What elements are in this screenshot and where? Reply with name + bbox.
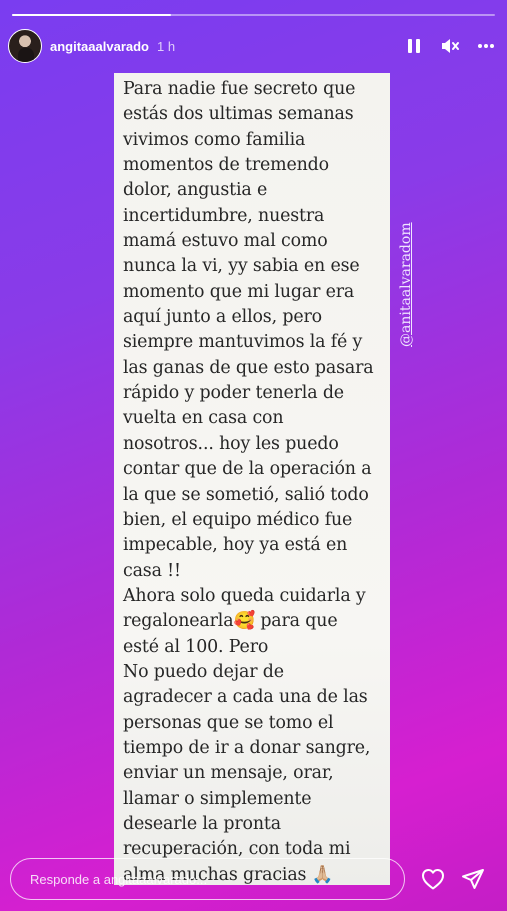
story-text-line: enviar un mensaje, orar,	[123, 763, 334, 784]
mention-sticker[interactable]: @anitaalvaradom	[398, 222, 414, 347]
story-controls	[405, 37, 495, 55]
avatar[interactable]	[8, 29, 42, 63]
story-text-line: Para nadie fue secreto que	[123, 79, 356, 99]
story-text-line: vuelta en casa con	[123, 408, 284, 429]
heart-icon[interactable]	[419, 865, 447, 893]
post-time: 1 h	[157, 38, 176, 54]
story-text-line: Ahora solo queda cuidarla y	[123, 585, 366, 606]
story-footer: Responde a angitaaalvarado...	[10, 857, 497, 901]
send-icon[interactable]	[459, 865, 487, 893]
story-text-line: incertidumbre, nuestra	[123, 205, 325, 226]
story-text-line: estás dos ultimas semanas	[123, 104, 354, 125]
story-text-line: siempre mantuvimos la fé y	[123, 332, 363, 353]
story-text-line: nunca la vi, yy sabia en ese	[123, 256, 360, 277]
story-text-line: bien, el equipo médico fue	[123, 509, 353, 530]
story-text-line: impecable, hoy ya está en	[123, 535, 348, 556]
story-text-line: regalonearla🥰 para que	[123, 611, 338, 632]
story-text-line: la que se sometió, salió todo	[123, 484, 369, 505]
story-text-line: personas que se tomo el	[123, 712, 334, 733]
story-text-line: vivimos como familia	[123, 129, 306, 150]
reply-input[interactable]: Responde a angitaaalvarado...	[10, 858, 405, 900]
story-text-line: rápido y poder tenerla de	[123, 383, 344, 404]
story-text-line: esté al 100. Pero	[123, 636, 269, 657]
story-header: angitaaalvarado 1 h	[8, 28, 495, 64]
story-text-line: tiempo de ir a donar sangre,	[123, 737, 371, 758]
story-text-line: desearle la pronta	[123, 813, 281, 834]
story-text-line: nosotros... hoy les puedo	[123, 433, 339, 454]
muted-speaker-icon[interactable]	[441, 37, 459, 55]
story-text-line: casa !!	[123, 560, 181, 581]
story-text-line: momento que mi lugar era	[123, 281, 355, 302]
more-horizontal-icon[interactable]	[477, 37, 495, 55]
story-text-line: momentos de tremendo	[123, 155, 329, 176]
story-text-card: Para nadie fue secreto que estás dos ult…	[114, 73, 390, 885]
story-text-line: dolor, angustia e	[123, 180, 268, 201]
pause-icon[interactable]	[405, 37, 423, 55]
story-text-line: aquí junto a ellos, pero	[123, 307, 322, 328]
story-text-line: contar que de la operación a	[123, 459, 372, 480]
username[interactable]: angitaaalvarado	[50, 39, 149, 54]
story-text-line: mamá estuvo mal como	[123, 231, 328, 252]
story-text: Para nadie fue secreto que estás dos ult…	[114, 73, 390, 888]
story-text-line: llamar o simplemente	[123, 788, 312, 809]
story-text-line: No puedo dejar de	[123, 661, 284, 682]
story-text-line: agradecer a cada una de las	[123, 687, 368, 708]
story-progress-fill	[12, 14, 172, 16]
story-progress-bar	[12, 14, 495, 16]
story-text-line: las ganas de que esto pasara	[123, 357, 374, 378]
